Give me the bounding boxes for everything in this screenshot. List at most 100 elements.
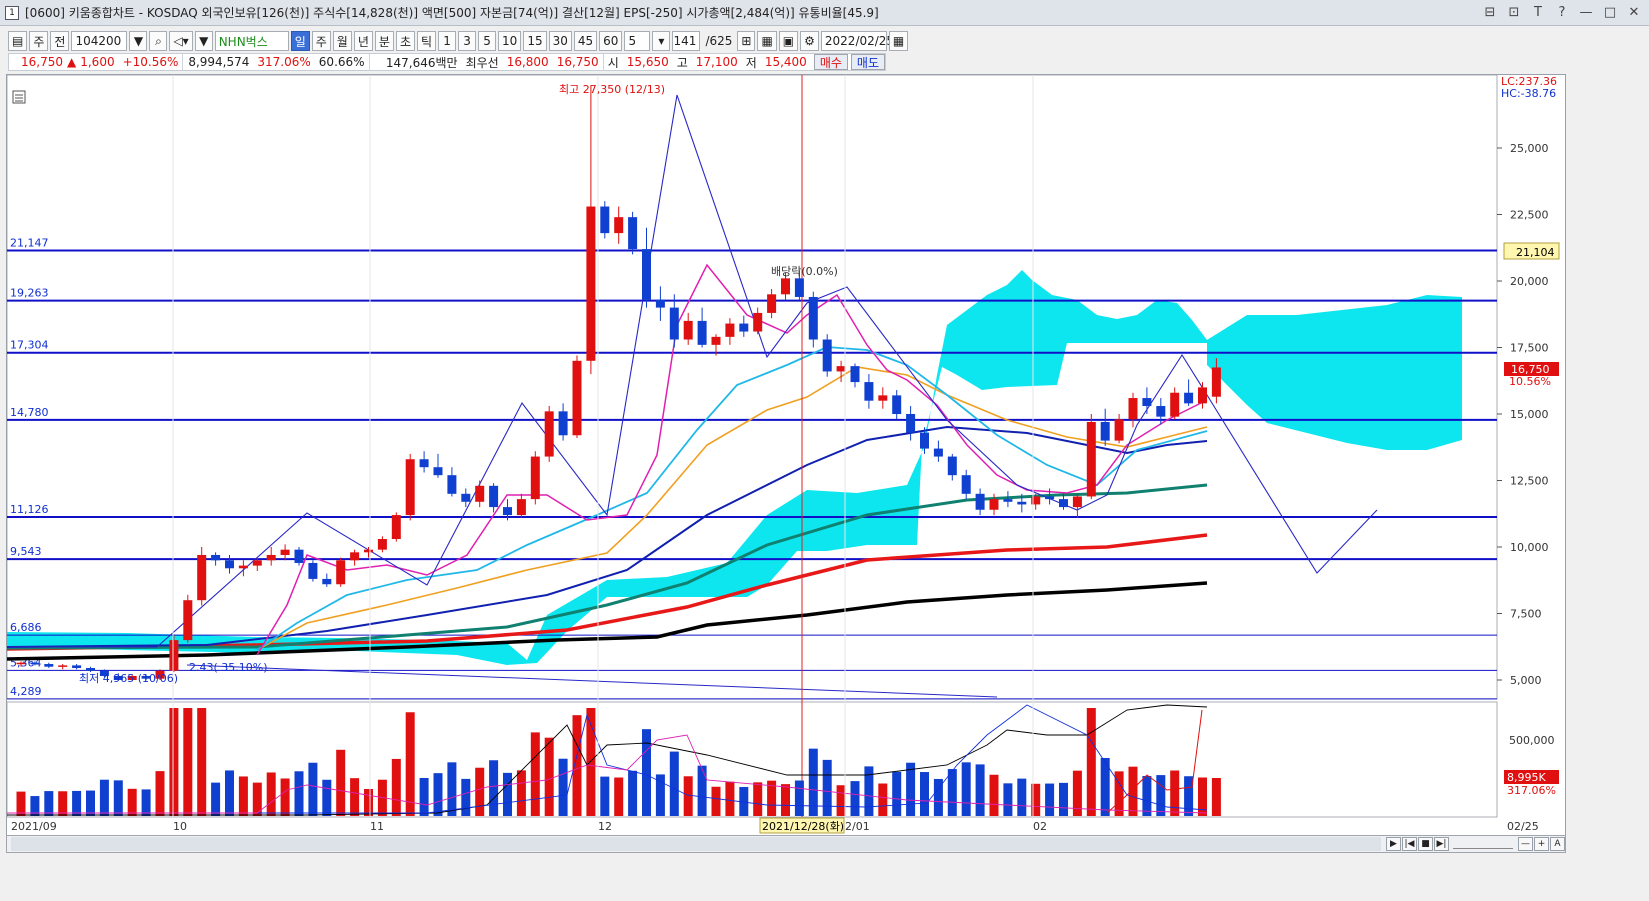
candle-body [225, 560, 234, 569]
text-icon[interactable]: T [1529, 4, 1547, 21]
candle-body [322, 578, 332, 585]
grid-icon[interactable]: ⊞ [737, 31, 756, 51]
restore-icon[interactable]: ⊡ [1505, 4, 1523, 21]
chart-icon[interactable]: ▦ [757, 31, 777, 51]
interval-5[interactable]: 5 [478, 31, 497, 51]
scroll-track[interactable] [11, 837, 1381, 851]
period-second[interactable]: 초 [395, 31, 415, 51]
period-year[interactable]: 년 [353, 31, 373, 51]
chart-scrollbar[interactable]: ▶ |◀ ■ ▶| — + A [6, 835, 1566, 853]
date-input[interactable]: 2022/02/25 [820, 31, 894, 51]
level-label: 9,543 [10, 545, 42, 558]
price-pct-label: 10.56% [1509, 375, 1551, 388]
low-label: 저 [745, 55, 757, 70]
chart-type-select[interactable]: 주 [29, 31, 49, 51]
calendar-icon[interactable]: ▦ [888, 31, 909, 51]
best-ask: 16,800 [506, 55, 549, 69]
chart-area[interactable]: 21,147 19,263 17,304 14,780 11,126 9,543 6,686… [6, 74, 1566, 836]
open-price: 15,650 [626, 55, 669, 69]
minimize-button[interactable]: — [1577, 4, 1595, 21]
period-month[interactable]: 월 [332, 31, 352, 51]
stop-icon[interactable]: ■ [1418, 837, 1433, 851]
forward-icon[interactable]: ▶| [1434, 837, 1449, 851]
volume-bar [600, 776, 610, 816]
period-day[interactable]: 일 [290, 31, 310, 51]
auto-icon[interactable]: A [1550, 837, 1565, 851]
stock-code-input[interactable]: 104200 [71, 31, 128, 51]
zoom-slider[interactable] [1453, 839, 1513, 849]
volume-bar [669, 751, 679, 816]
speaker-icon[interactable]: ◁▾ [169, 31, 193, 51]
period-week[interactable]: 주 [311, 31, 331, 51]
low-annotation: 최저 4,965 (10/06) [79, 672, 178, 685]
interval-15[interactable]: 15 [523, 31, 547, 51]
search-icon[interactable]: ⌕ [149, 31, 168, 51]
candle-body [530, 456, 540, 500]
volume-bar [975, 764, 985, 816]
candle-body [197, 554, 207, 601]
close-button[interactable]: ✕ [1625, 4, 1643, 21]
high-price: 17,100 [695, 55, 738, 69]
volume-bar [1003, 783, 1013, 816]
code-dropdown-icon[interactable]: ▼ [129, 31, 148, 51]
candle-body [433, 467, 443, 476]
stock-name-field[interactable]: NHN벅스 [214, 31, 289, 51]
price-chart-svg[interactable]: 21,147 19,263 17,304 14,780 11,126 9,543 6,686… [6, 74, 1567, 837]
volume-bar [16, 791, 26, 816]
interval-60[interactable]: 60 [599, 31, 623, 51]
candle-body [864, 382, 874, 401]
x-axis: 2021/09 10 11 12 2021/12/28(화) 2/01 02 0… [11, 817, 1539, 834]
interval-3[interactable]: 3 [458, 31, 477, 51]
candle-body [364, 549, 373, 553]
candle-body [405, 459, 415, 516]
volume-bar [864, 766, 874, 816]
zoom-out-icon[interactable]: — [1518, 837, 1533, 851]
play-icon[interactable]: ▶ [1386, 837, 1401, 851]
app-icon[interactable]: 1 [5, 5, 19, 20]
prev-button[interactable]: 전 [50, 31, 70, 51]
candle-body [516, 499, 526, 516]
chart-menu-icon[interactable]: ▤ [8, 31, 28, 51]
maximize-button[interactable]: □ [1601, 4, 1619, 21]
candle-body [697, 320, 707, 345]
save-icon[interactable]: ▣ [778, 31, 799, 51]
volume-bar [419, 778, 429, 816]
volume-bar [1059, 782, 1068, 816]
candle-body [558, 411, 568, 436]
interval-stepper-icon[interactable]: ▾ [652, 31, 671, 51]
volume-bar [516, 770, 526, 816]
link-icon[interactable]: ⊟ [1481, 4, 1499, 21]
x-label: 02 [1033, 820, 1047, 833]
interval-30[interactable]: 30 [548, 31, 572, 51]
candle-body [1114, 419, 1124, 441]
rewind-icon[interactable]: |◀ [1402, 837, 1417, 851]
interval-45[interactable]: 45 [573, 31, 598, 51]
settings-gear-icon[interactable]: ⚙ [800, 31, 819, 51]
candle-body [1100, 421, 1110, 441]
candle-body [391, 515, 401, 540]
candle-body [544, 411, 554, 457]
interval-10[interactable]: 10 [498, 31, 522, 51]
volume-bar [892, 771, 902, 816]
buy-button[interactable]: 매수 [813, 54, 848, 70]
level-label: 6,686 [10, 621, 42, 634]
interval-1[interactable]: 1 [438, 31, 457, 51]
count-input[interactable]: 141 [672, 31, 701, 51]
volume-bar [475, 767, 485, 816]
help-icon[interactable]: ? [1553, 4, 1571, 21]
arrow-down-icon[interactable]: ▼ [194, 31, 213, 51]
level-badge-text: 21,104 [1516, 246, 1555, 259]
candle-body [1045, 496, 1055, 500]
high-label: 고 [676, 55, 688, 70]
candle-body [739, 323, 749, 332]
period-tick[interactable]: 틱 [416, 31, 437, 51]
candle-body [781, 278, 790, 295]
period-minute[interactable]: 분 [374, 31, 394, 51]
title-bar: 1 [0600] 키움종합차트 - KOSDAQ 외국인보유[126(천)] 주… [0, 0, 1649, 26]
zoom-in-icon[interactable]: + [1534, 837, 1549, 851]
candle-body [947, 456, 957, 476]
sell-button[interactable]: 매도 [850, 54, 886, 70]
interval-input[interactable]: 5 [624, 31, 651, 51]
volume-bar [558, 758, 568, 816]
volume-bar [238, 776, 248, 816]
